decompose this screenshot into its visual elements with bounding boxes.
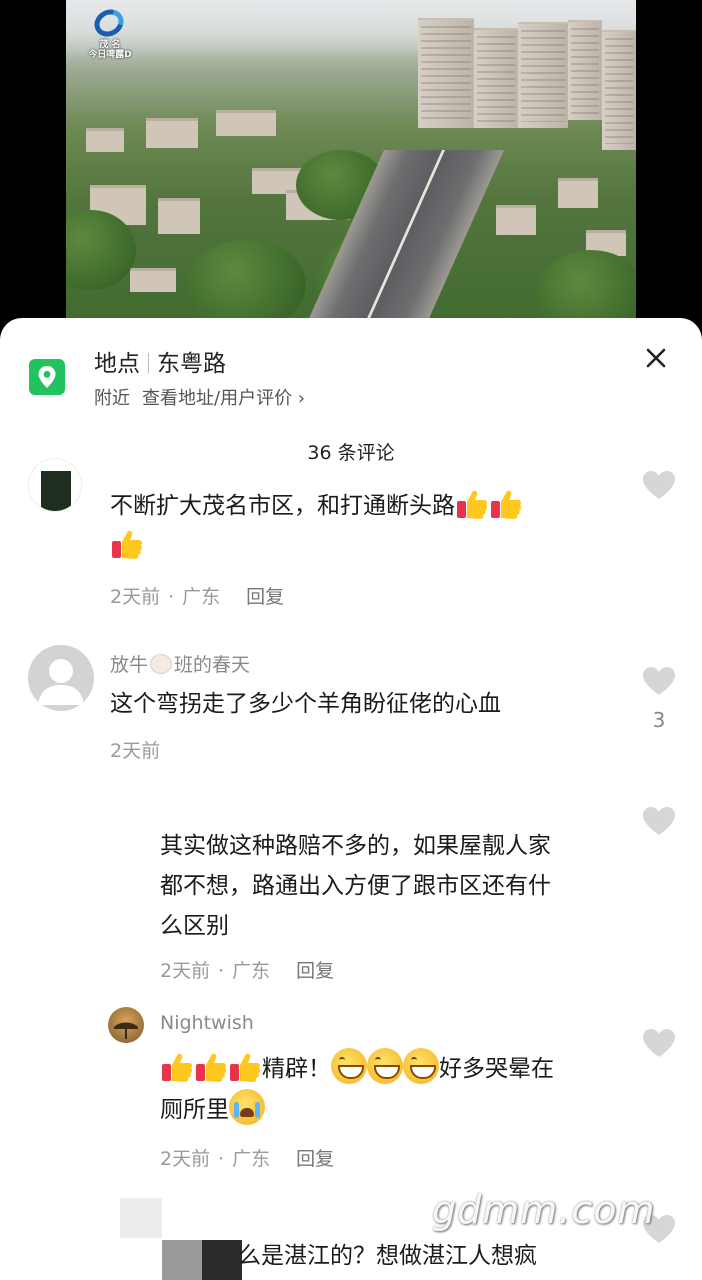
logo-icon: [89, 4, 129, 42]
location-title[interactable]: 地点 东粤路: [94, 344, 226, 378]
location-subtitle: 附近 查看地址/用户评价 ›: [94, 384, 305, 410]
chevron-right-icon[interactable]: ›: [298, 388, 305, 409]
heart-icon[interactable]: [642, 806, 676, 836]
close-icon[interactable]: [640, 342, 672, 374]
comment-text: 其实做这种路赔不多的，如果屋靓人家 都不想，路通出入方便了跟市区还有什 么区别: [160, 833, 551, 939]
heart-icon[interactable]: [642, 666, 676, 696]
house: [130, 268, 176, 292]
view-address-link[interactable]: 查看地址/用户评价: [142, 388, 292, 409]
blur-overlay: [202, 1240, 242, 1280]
comment-author[interactable]: Nightwish: [160, 1012, 254, 1034]
building: [418, 18, 474, 128]
screen: 茂 名 今日啤露D 地点 东粤路 附近 查看地址/用户评价 › 36 条评论 不…: [0, 0, 702, 1280]
comment-time: 2天前: [110, 740, 161, 762]
crying-emoji: [229, 1089, 265, 1125]
heart-icon[interactable]: [642, 1028, 676, 1058]
comment-meta: 2天前 · 广东 回复: [160, 1148, 335, 1170]
house: [558, 178, 598, 208]
comment-sheet: 地点 东粤路 附近 查看地址/用户评价 › 36 条评论 不断扩大茂名市区，和打通断…: [0, 318, 702, 1280]
comment-text: 不断扩大茂名市区，和打通断头路: [110, 486, 630, 566]
comment-text: 么是湛江的？想做湛江人想疯: [238, 1243, 537, 1269]
avatar[interactable]: [28, 458, 82, 512]
comments-count: 36 条评论: [307, 442, 395, 464]
house: [146, 118, 198, 148]
thumbs-up-emoji: [489, 487, 523, 521]
blur-overlay: [162, 1240, 202, 1280]
grinning-emoji: [403, 1048, 439, 1084]
grinning-emoji: [331, 1048, 367, 1084]
channel-logo: 茂 名 今日啤露D: [78, 4, 138, 60]
reply-button[interactable]: 回复: [296, 960, 334, 982]
comment-text: 这个弯拐走了多少个羊角盼征佬的心血: [110, 691, 501, 717]
heart-icon[interactable]: [642, 470, 676, 500]
comment-time: 2天前: [110, 586, 161, 608]
comment-region: 广东: [232, 960, 271, 982]
avatar[interactable]: [120, 1198, 162, 1238]
thumbs-up-emoji: [228, 1050, 262, 1084]
thumbs-up-emoji: [160, 1050, 194, 1084]
location-pin-icon[interactable]: [29, 359, 65, 395]
house: [86, 128, 124, 152]
location-name: 东粤路: [157, 351, 226, 377]
like-count: 3: [652, 708, 666, 732]
avatar[interactable]: [108, 1007, 144, 1043]
building: [602, 30, 636, 150]
video-player[interactable]: 茂 名 今日啤露D: [66, 0, 636, 330]
reply-button[interactable]: 回复: [246, 586, 284, 608]
thumbs-up-emoji: [194, 1050, 228, 1084]
nearby-label: 附近: [94, 388, 130, 409]
cow-emoji: [150, 654, 173, 674]
building: [518, 22, 568, 128]
comment-region: 广东: [182, 586, 221, 608]
comment-text: 精辟！ 好多哭晕在 厕所里: [160, 1048, 630, 1130]
thumbs-up-emoji: [455, 487, 489, 521]
watermark: gdmm.com: [432, 1188, 656, 1232]
logo-text-bottom: 今日啤露D: [88, 50, 132, 60]
tree: [186, 240, 306, 330]
comment-meta: 2天前 · 广东 回复: [160, 960, 335, 982]
logo-text-top: 茂 名: [99, 40, 121, 50]
building: [474, 28, 518, 128]
comment-time: 2天前: [160, 1148, 211, 1170]
avatar[interactable]: [28, 645, 94, 711]
blur-overlay: [170, 726, 240, 762]
reply-button[interactable]: 回复: [296, 1148, 334, 1170]
comment-region: 广东: [232, 1148, 271, 1170]
thumbs-up-emoji: [110, 527, 144, 561]
house: [158, 198, 200, 234]
comment-meta: 2天前 · 广东 回复: [110, 586, 285, 608]
house: [496, 205, 536, 235]
grinning-emoji: [367, 1048, 403, 1084]
comment-time: 2天前: [160, 960, 211, 982]
building: [568, 20, 602, 120]
comment-author[interactable]: 放牛 班的春天: [110, 650, 250, 677]
location-label: 地点: [94, 351, 140, 377]
divider: [148, 353, 149, 373]
house: [216, 110, 276, 136]
